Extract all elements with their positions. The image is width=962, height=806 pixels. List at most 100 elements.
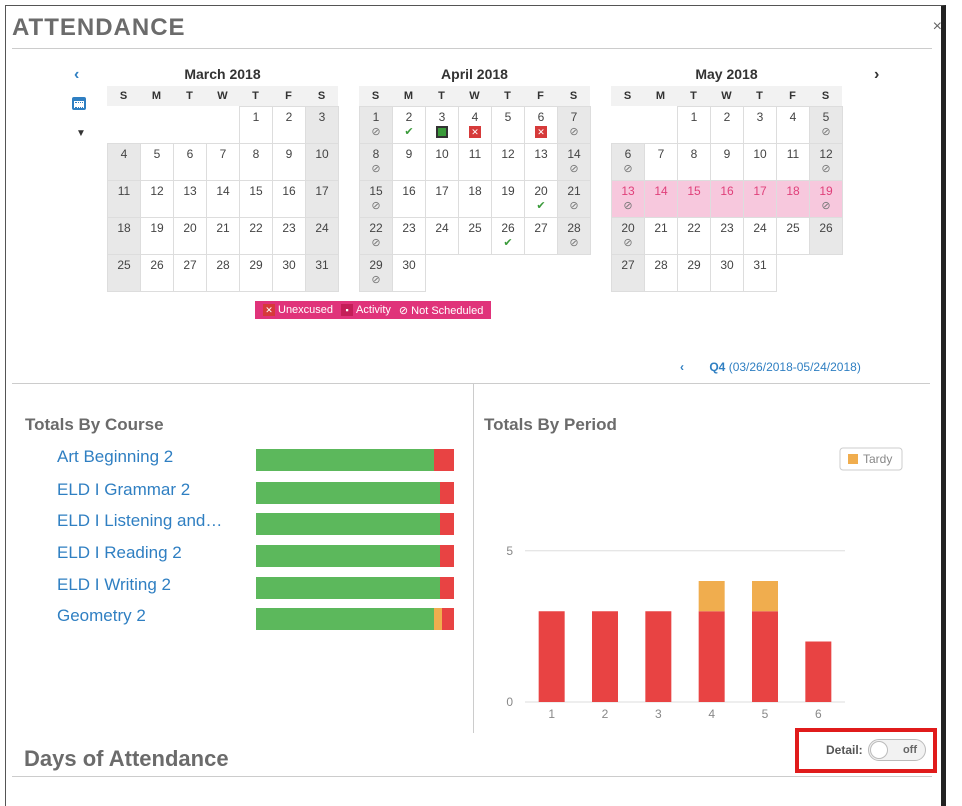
day-cell[interactable]: 12 xyxy=(140,180,174,218)
day-cell[interactable]: 10 xyxy=(743,143,777,181)
day-cell[interactable]: 22 xyxy=(677,217,711,255)
day-cell[interactable]: 2 xyxy=(710,106,744,144)
day-cell[interactable]: 24 xyxy=(305,217,339,255)
day-cell[interactable]: 20 ⊘ xyxy=(611,217,645,255)
day-cell[interactable]: 27 xyxy=(173,254,207,292)
day-cell[interactable]: 3 xyxy=(305,106,339,144)
day-cell[interactable]: 8 ⊘ xyxy=(359,143,393,181)
day-cell[interactable]: 6 ⊘ xyxy=(611,143,645,181)
day-cell[interactable]: 20 xyxy=(173,217,207,255)
day-cell[interactable]: 2 ✔ xyxy=(392,106,426,144)
day-cell[interactable]: 14 xyxy=(644,180,678,218)
day-cell[interactable]: 8 xyxy=(239,143,273,181)
chevron-right-icon[interactable]: › xyxy=(874,66,879,84)
day-cell[interactable]: 28 xyxy=(206,254,240,292)
day-cell[interactable]: 27 xyxy=(611,254,645,292)
day-cell[interactable]: 29 xyxy=(677,254,711,292)
day-cell[interactable]: 16 xyxy=(392,180,426,218)
day-cell[interactable]: 31 xyxy=(305,254,339,292)
day-cell[interactable]: 17 xyxy=(305,180,339,218)
day-cell[interactable]: 5 xyxy=(491,106,525,144)
day-cell[interactable]: 23 xyxy=(392,217,426,255)
day-cell[interactable]: 15 xyxy=(677,180,711,218)
course-link[interactable]: Art Beginning 2 xyxy=(57,447,247,467)
day-cell[interactable]: 13 xyxy=(173,180,207,218)
day-cell[interactable]: 30 xyxy=(710,254,744,292)
day-cell[interactable]: 17 xyxy=(425,180,459,218)
day-cell[interactable]: 20 ✔ xyxy=(524,180,558,218)
day-cell[interactable]: 10 xyxy=(305,143,339,181)
day-cell[interactable]: 21 xyxy=(206,217,240,255)
day-cell[interactable]: 15 xyxy=(239,180,273,218)
course-link[interactable]: Geometry 2 xyxy=(57,606,247,626)
day-cell[interactable]: 11 xyxy=(776,143,810,181)
day-cell[interactable]: 16 xyxy=(710,180,744,218)
day-cell[interactable]: 13 xyxy=(524,143,558,181)
day-cell[interactable]: 27 xyxy=(524,217,558,255)
day-cell[interactable]: 28 xyxy=(644,254,678,292)
day-cell[interactable]: 19 xyxy=(140,217,174,255)
day-cell[interactable]: 7 xyxy=(206,143,240,181)
day-cell[interactable]: 16 xyxy=(272,180,306,218)
day-cell[interactable]: 26 ✔ xyxy=(491,217,525,255)
quarter-selector[interactable]: ‹ Q4 (03/26/2018-05/24/2018) xyxy=(680,360,861,374)
day-cell[interactable]: 24 xyxy=(425,217,459,255)
day-cell[interactable]: 31 xyxy=(743,254,777,292)
day-cell[interactable]: 21 ⊘ xyxy=(557,180,591,218)
day-cell[interactable]: 3 xyxy=(425,106,459,144)
day-cell[interactable]: 14 ⊘ xyxy=(557,143,591,181)
chevron-left-icon[interactable]: ‹ xyxy=(74,66,79,84)
day-cell[interactable]: 30 xyxy=(392,254,426,292)
day-cell[interactable]: 22 ⊘ xyxy=(359,217,393,255)
day-cell[interactable]: 11 xyxy=(458,143,492,181)
day-cell[interactable]: 8 xyxy=(677,143,711,181)
course-link[interactable]: ELD I Writing 2 xyxy=(57,575,247,595)
day-cell[interactable]: 19 xyxy=(491,180,525,218)
day-cell[interactable]: 9 xyxy=(392,143,426,181)
day-cell[interactable]: 30 xyxy=(272,254,306,292)
day-cell[interactable]: 21 xyxy=(644,217,678,255)
day-cell[interactable]: 29 ⊘ xyxy=(359,254,393,292)
day-cell[interactable]: 18 xyxy=(776,180,810,218)
day-cell[interactable]: 5 ⊘ xyxy=(809,106,843,144)
day-cell[interactable]: 5 xyxy=(140,143,174,181)
day-cell[interactable]: 2 xyxy=(272,106,306,144)
day-cell[interactable]: 10 xyxy=(425,143,459,181)
day-cell[interactable]: 6 xyxy=(173,143,207,181)
day-cell[interactable]: 25 xyxy=(107,254,141,292)
day-cell[interactable]: 7 xyxy=(644,143,678,181)
course-link[interactable]: ELD I Reading 2 xyxy=(57,543,247,563)
course-link[interactable]: ELD I Listening and… xyxy=(57,511,247,531)
close-icon[interactable]: × xyxy=(933,18,942,36)
day-cell[interactable]: 26 xyxy=(140,254,174,292)
day-cell[interactable]: 4 ✕ xyxy=(458,106,492,144)
toggle-knob[interactable] xyxy=(870,741,888,759)
quarter-prev-icon[interactable]: ‹ xyxy=(680,360,684,374)
day-cell[interactable]: 25 xyxy=(458,217,492,255)
day-cell[interactable]: 1 xyxy=(677,106,711,144)
day-cell[interactable]: 28 ⊘ xyxy=(557,217,591,255)
day-cell[interactable]: 17 xyxy=(743,180,777,218)
calendar-icon[interactable] xyxy=(72,97,86,110)
day-cell[interactable]: 13 ⊘ xyxy=(611,180,645,218)
course-link[interactable]: ELD I Grammar 2 xyxy=(57,480,247,500)
day-cell[interactable]: 1 ⊘ xyxy=(359,106,393,144)
day-cell[interactable]: 6 ✕ xyxy=(524,106,558,144)
day-cell[interactable]: 18 xyxy=(107,217,141,255)
day-cell[interactable]: 15 ⊘ xyxy=(359,180,393,218)
day-cell[interactable]: 12 ⊘ xyxy=(809,143,843,181)
day-cell[interactable]: 23 xyxy=(272,217,306,255)
day-cell[interactable]: 19 ⊘ xyxy=(809,180,843,218)
day-cell[interactable]: 7 ⊘ xyxy=(557,106,591,144)
day-cell[interactable]: 18 xyxy=(458,180,492,218)
day-cell[interactable]: 26 xyxy=(809,217,843,255)
day-cell[interactable]: 3 xyxy=(743,106,777,144)
day-cell[interactable]: 11 xyxy=(107,180,141,218)
day-cell[interactable]: 9 xyxy=(710,143,744,181)
day-cell[interactable]: 1 xyxy=(239,106,273,144)
caret-down-icon[interactable]: ▼ xyxy=(76,128,86,139)
day-cell[interactable]: 4 xyxy=(107,143,141,181)
day-cell[interactable]: 9 xyxy=(272,143,306,181)
day-cell[interactable]: 25 xyxy=(776,217,810,255)
day-cell[interactable]: 24 xyxy=(743,217,777,255)
